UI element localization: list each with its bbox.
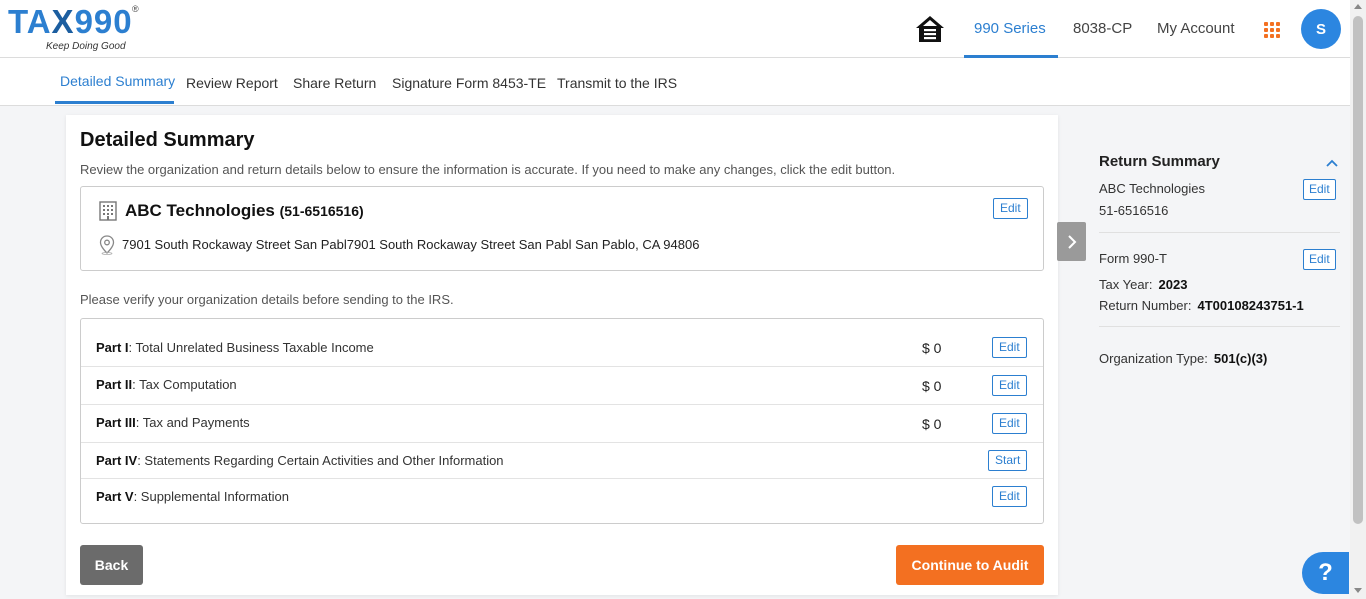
part-row: Part V: Supplemental Information Edit bbox=[81, 479, 1043, 523]
part-amount: $ 0 bbox=[922, 378, 942, 394]
tab-signature-form[interactable]: Signature Form 8453-TE bbox=[392, 75, 546, 91]
part-amount: $ 0 bbox=[922, 416, 942, 432]
tab-review-report[interactable]: Review Report bbox=[186, 75, 278, 91]
continue-to-audit-button[interactable]: Continue to Audit bbox=[896, 545, 1044, 585]
back-button[interactable]: Back bbox=[80, 545, 143, 585]
divider bbox=[1099, 232, 1340, 233]
chevron-up-icon[interactable] bbox=[1326, 155, 1338, 167]
logo-tagline: Keep Doing Good bbox=[46, 41, 126, 52]
nav-990-series[interactable]: 990 Series bbox=[974, 20, 1046, 37]
part-label: Part I: Total Unrelated Business Taxable… bbox=[96, 340, 374, 355]
tax990-logo[interactable]: TAX990 ® Keep Doing Good bbox=[8, 4, 139, 53]
divider bbox=[1099, 326, 1340, 327]
tab-transmit-irs[interactable]: Transmit to the IRS bbox=[557, 75, 677, 91]
part-row: Part IV: Statements Regarding Certain Ac… bbox=[81, 443, 1043, 479]
detailed-summary-card: Detailed Summary Review the organization… bbox=[66, 115, 1058, 595]
help-button[interactable]: ? bbox=[1302, 552, 1349, 594]
part-label: Part II: Tax Computation bbox=[96, 377, 237, 392]
building-icon bbox=[99, 201, 117, 221]
scroll-thumb[interactable] bbox=[1353, 16, 1363, 524]
edit-part-i-button[interactable]: Edit bbox=[992, 337, 1027, 358]
form-parts-list: Part I: Total Unrelated Business Taxable… bbox=[80, 318, 1044, 524]
edit-part-ii-button[interactable]: Edit bbox=[992, 375, 1027, 396]
edit-part-v-button[interactable]: Edit bbox=[992, 486, 1027, 507]
organization-info-box: ABC Technologies (51-6516516) Edit 7901 … bbox=[80, 186, 1044, 271]
scroll-up-icon[interactable] bbox=[1354, 4, 1362, 9]
tab-detailed-summary[interactable]: Detailed Summary bbox=[60, 73, 175, 89]
part-label: Part III: Tax and Payments bbox=[96, 415, 250, 430]
part-row: Part I: Total Unrelated Business Taxable… bbox=[81, 319, 1043, 367]
edit-summary-org-button[interactable]: Edit bbox=[1303, 179, 1336, 200]
registered-mark: ® bbox=[132, 4, 139, 14]
edit-organization-button[interactable]: Edit bbox=[993, 198, 1028, 219]
page-title: Detailed Summary bbox=[80, 129, 255, 151]
part-label: Part V: Supplemental Information bbox=[96, 489, 289, 504]
nav-my-account[interactable]: My Account bbox=[1157, 20, 1235, 37]
summary-org-ein: 51-6516516 bbox=[1099, 203, 1169, 218]
part-amount: $ 0 bbox=[922, 340, 942, 356]
organization-ein: (51-6516516) bbox=[279, 203, 364, 219]
start-part-iv-button[interactable]: Start bbox=[988, 450, 1028, 471]
location-pin-icon bbox=[99, 235, 115, 255]
tab-share-return[interactable]: Share Return bbox=[293, 75, 376, 91]
page-scrollbar[interactable] bbox=[1350, 0, 1366, 599]
summary-return-number: Return Number: 4T00108243751-1 bbox=[1099, 298, 1304, 313]
scroll-down-icon[interactable] bbox=[1354, 588, 1362, 593]
part-row: Part III: Tax and Payments $ 0 Edit bbox=[81, 405, 1043, 443]
home-icon[interactable] bbox=[914, 14, 946, 44]
page-description: Review the organization and return detai… bbox=[80, 162, 896, 177]
summary-tax-year: Tax Year: 2023 bbox=[1099, 277, 1188, 292]
summary-org-type: Organization Type: 501(c)(3) bbox=[1099, 351, 1268, 366]
part-row: Part II: Tax Computation $ 0 Edit bbox=[81, 367, 1043, 405]
chevron-right-icon[interactable] bbox=[1057, 222, 1086, 261]
workflow-tabs: Detailed Summary Review Report Share Ret… bbox=[0, 58, 1350, 106]
summary-form-name: Form 990-T bbox=[1099, 251, 1167, 266]
nav-8038-cp[interactable]: 8038-CP bbox=[1073, 20, 1132, 37]
part-label: Part IV: Statements Regarding Certain Ac… bbox=[96, 453, 504, 468]
summary-org-name: ABC Technologies bbox=[1099, 181, 1205, 196]
organization-name: ABC Technologies (51-6516516) bbox=[125, 201, 364, 220]
user-avatar[interactable]: S bbox=[1301, 9, 1341, 49]
edit-summary-form-button[interactable]: Edit bbox=[1303, 249, 1336, 270]
organization-address: 7901 South Rockaway Street San Pabl7901 … bbox=[122, 237, 700, 252]
return-summary-title: Return Summary bbox=[1099, 153, 1220, 170]
active-tab-indicator bbox=[55, 101, 174, 104]
top-navbar: TAX990 ® Keep Doing Good 990 Series 8038… bbox=[0, 0, 1350, 59]
apps-grid-icon[interactable] bbox=[1264, 22, 1280, 38]
verify-instructions: Please verify your organization details … bbox=[80, 292, 454, 307]
edit-part-iii-button[interactable]: Edit bbox=[992, 413, 1027, 434]
